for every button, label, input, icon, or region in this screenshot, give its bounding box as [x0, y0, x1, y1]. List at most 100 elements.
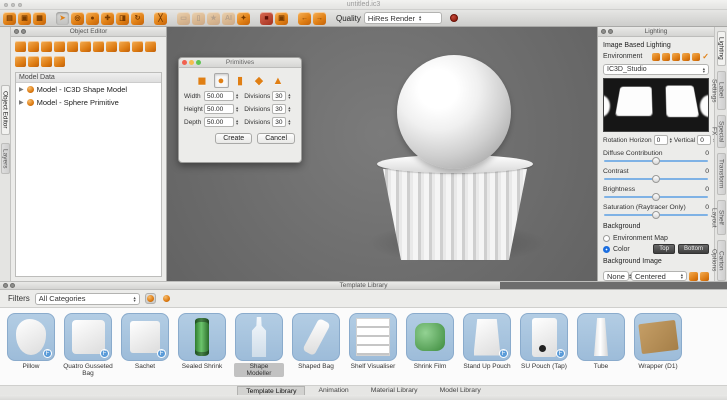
slider-thumb[interactable] [652, 211, 660, 219]
object-tool-6-icon[interactable] [80, 41, 91, 52]
template-stand-up-pouch[interactable]: F Stand Up Pouch [462, 313, 512, 370]
object-tool-2-icon[interactable] [28, 41, 39, 52]
width-divisions-field[interactable] [272, 91, 286, 101]
brightness-slider[interactable] [604, 193, 708, 201]
width-field[interactable] [204, 91, 234, 101]
material-tool-icon[interactable]: ■ [260, 12, 273, 25]
zoom-tool-icon[interactable]: ◎ [71, 12, 84, 25]
tab-object-editor[interactable]: Object Editor [1, 85, 10, 135]
edit-tool-1-icon[interactable] [15, 56, 26, 67]
cone-primitive-icon[interactable]: ▲ [271, 73, 286, 88]
create-button[interactable]: Create [215, 133, 252, 144]
library-tool-icon[interactable]: ▣ [275, 12, 288, 25]
sphere-primitive-icon[interactable]: ● [214, 73, 229, 88]
save-icon[interactable]: ▦ [33, 12, 46, 25]
pan-tool-icon[interactable]: ✚ [101, 12, 114, 25]
object-tool-9-icon[interactable] [119, 41, 130, 52]
slider-thumb[interactable] [652, 157, 660, 165]
object-tool-4-icon[interactable] [54, 41, 65, 52]
environment-apply-icon[interactable]: ✓ [702, 52, 709, 61]
contrast-slider[interactable] [604, 175, 708, 183]
horizon-field[interactable] [654, 135, 668, 145]
depth-divisions-stepper[interactable]: ▴▾ [288, 119, 290, 125]
tree-item-sphere-primitive[interactable]: ▶ Model - Sphere Primitive [16, 96, 161, 109]
tab-model-library[interactable]: Model Library [431, 386, 490, 395]
environment-tool-3-icon[interactable] [672, 53, 680, 61]
height-field[interactable] [204, 104, 234, 114]
bottom-color-button[interactable]: Bottom [678, 244, 709, 254]
object-tool-1-icon[interactable] [15, 41, 26, 52]
template-sachet[interactable]: F Sachet [120, 313, 170, 370]
horizon-stepper[interactable]: ▴▾ [670, 137, 672, 143]
orbit-tool-icon[interactable]: ● [86, 12, 99, 25]
vertical-field[interactable] [697, 135, 711, 145]
color-radio[interactable] [603, 246, 610, 253]
tab-shelf-layout[interactable]: Shelf Layout [717, 200, 726, 236]
tab-animation[interactable]: Animation [309, 386, 357, 395]
slider-thumb[interactable] [652, 175, 660, 183]
template-shrink-film[interactable]: Shrink Film [405, 313, 455, 370]
edit-tool-4-icon[interactable] [54, 56, 65, 67]
object-tool-7-icon[interactable] [93, 41, 104, 52]
redo-icon[interactable]: → [313, 12, 326, 25]
object-tool-10-icon[interactable] [132, 41, 143, 52]
template-shaped-bag[interactable]: Shaped Bag [291, 313, 341, 370]
deform-tool-icon[interactable]: ╳ [154, 12, 167, 25]
expand-arrow-icon[interactable]: ▶ [19, 99, 24, 106]
3d-viewport[interactable]: Primitives ◼ ● ▮ ◆ ▲ Width ▴▾ Divisions … [167, 27, 597, 281]
template-wrapper-d1[interactable]: Wrapper (D1) [633, 313, 683, 370]
open-folder-icon[interactable]: ▣ [18, 12, 31, 25]
template-su-pouch-tap[interactable]: F SU Pouch (Tap) [519, 313, 569, 370]
rotate-tool-icon[interactable]: ↻ [131, 12, 144, 25]
cancel-button[interactable]: Cancel [257, 133, 295, 144]
saturation-slider[interactable] [604, 211, 708, 219]
background-mode-select[interactable]: None▴▾ [603, 271, 629, 281]
depth-divisions-field[interactable] [272, 117, 286, 127]
template-tube[interactable]: Tube [576, 313, 626, 370]
category-filter-select[interactable]: All Categories ▴▾ [35, 293, 140, 305]
tree-item-shape-model[interactable]: ▶ Model - IC3D Shape Model [16, 83, 161, 96]
template-shape-modeller[interactable]: Shape Modeller [234, 313, 284, 377]
fluted-cup-model[interactable] [380, 163, 530, 260]
top-color-button[interactable]: Top [653, 244, 675, 254]
width-divisions-stepper[interactable]: ▴▾ [288, 93, 290, 99]
slider-thumb[interactable] [652, 193, 660, 201]
object-tool-3-icon[interactable] [41, 41, 52, 52]
scale-tool-icon[interactable]: ◨ [116, 12, 129, 25]
environment-map-radio[interactable] [603, 235, 610, 242]
library-view-1-icon[interactable] [145, 293, 156, 304]
quality-select[interactable]: HiRes Render ▴▾ [364, 12, 442, 24]
diamond-primitive-icon[interactable]: ◆ [252, 73, 267, 88]
expand-arrow-icon[interactable]: ▶ [19, 86, 24, 93]
environment-tool-1-icon[interactable] [652, 53, 660, 61]
diffuse-slider[interactable] [604, 157, 708, 165]
object-tool-11-icon[interactable] [145, 41, 156, 52]
object-tool-8-icon[interactable] [106, 41, 117, 52]
template-shelf-visualiser[interactable]: Shelf Visualiser [348, 313, 398, 370]
edit-tool-3-icon[interactable] [41, 56, 52, 67]
select-tool-icon[interactable]: ➤ [56, 12, 69, 25]
tab-transform[interactable]: Transform [717, 153, 726, 194]
environment-tool-5-icon[interactable] [692, 53, 700, 61]
tab-template-library[interactable]: Template Library [237, 386, 305, 395]
depth-stepper[interactable]: ▴▾ [236, 119, 238, 125]
environment-tool-2-icon[interactable] [662, 53, 670, 61]
tab-material-library[interactable]: Material Library [362, 386, 427, 395]
background-fit-select[interactable]: Centered▴▾ [631, 271, 687, 281]
clear-image-icon[interactable] [700, 272, 709, 281]
height-stepper[interactable]: ▴▾ [236, 106, 238, 112]
tab-label-settings[interactable]: Label Settings [717, 71, 726, 110]
width-stepper[interactable]: ▴▾ [236, 93, 238, 99]
tab-lighting[interactable]: Lighting [717, 31, 726, 66]
template-sealed-shrink[interactable]: Sealed Shrink [177, 313, 227, 370]
render-status-icon[interactable] [450, 14, 458, 22]
height-divisions-field[interactable] [272, 104, 286, 114]
object-tool-5-icon[interactable] [67, 41, 78, 52]
new-document-icon[interactable]: ▤ [3, 12, 16, 25]
template-quatro-gusseted-bag[interactable]: F Quatro Gusseted Bag [63, 313, 113, 377]
undo-icon[interactable]: ← [298, 12, 311, 25]
tab-layers[interactable]: Layers [1, 143, 10, 175]
library-view-2-icon[interactable] [161, 293, 172, 304]
sphere-model[interactable] [397, 55, 511, 169]
tab-special-fx[interactable]: Special FX [717, 115, 726, 148]
